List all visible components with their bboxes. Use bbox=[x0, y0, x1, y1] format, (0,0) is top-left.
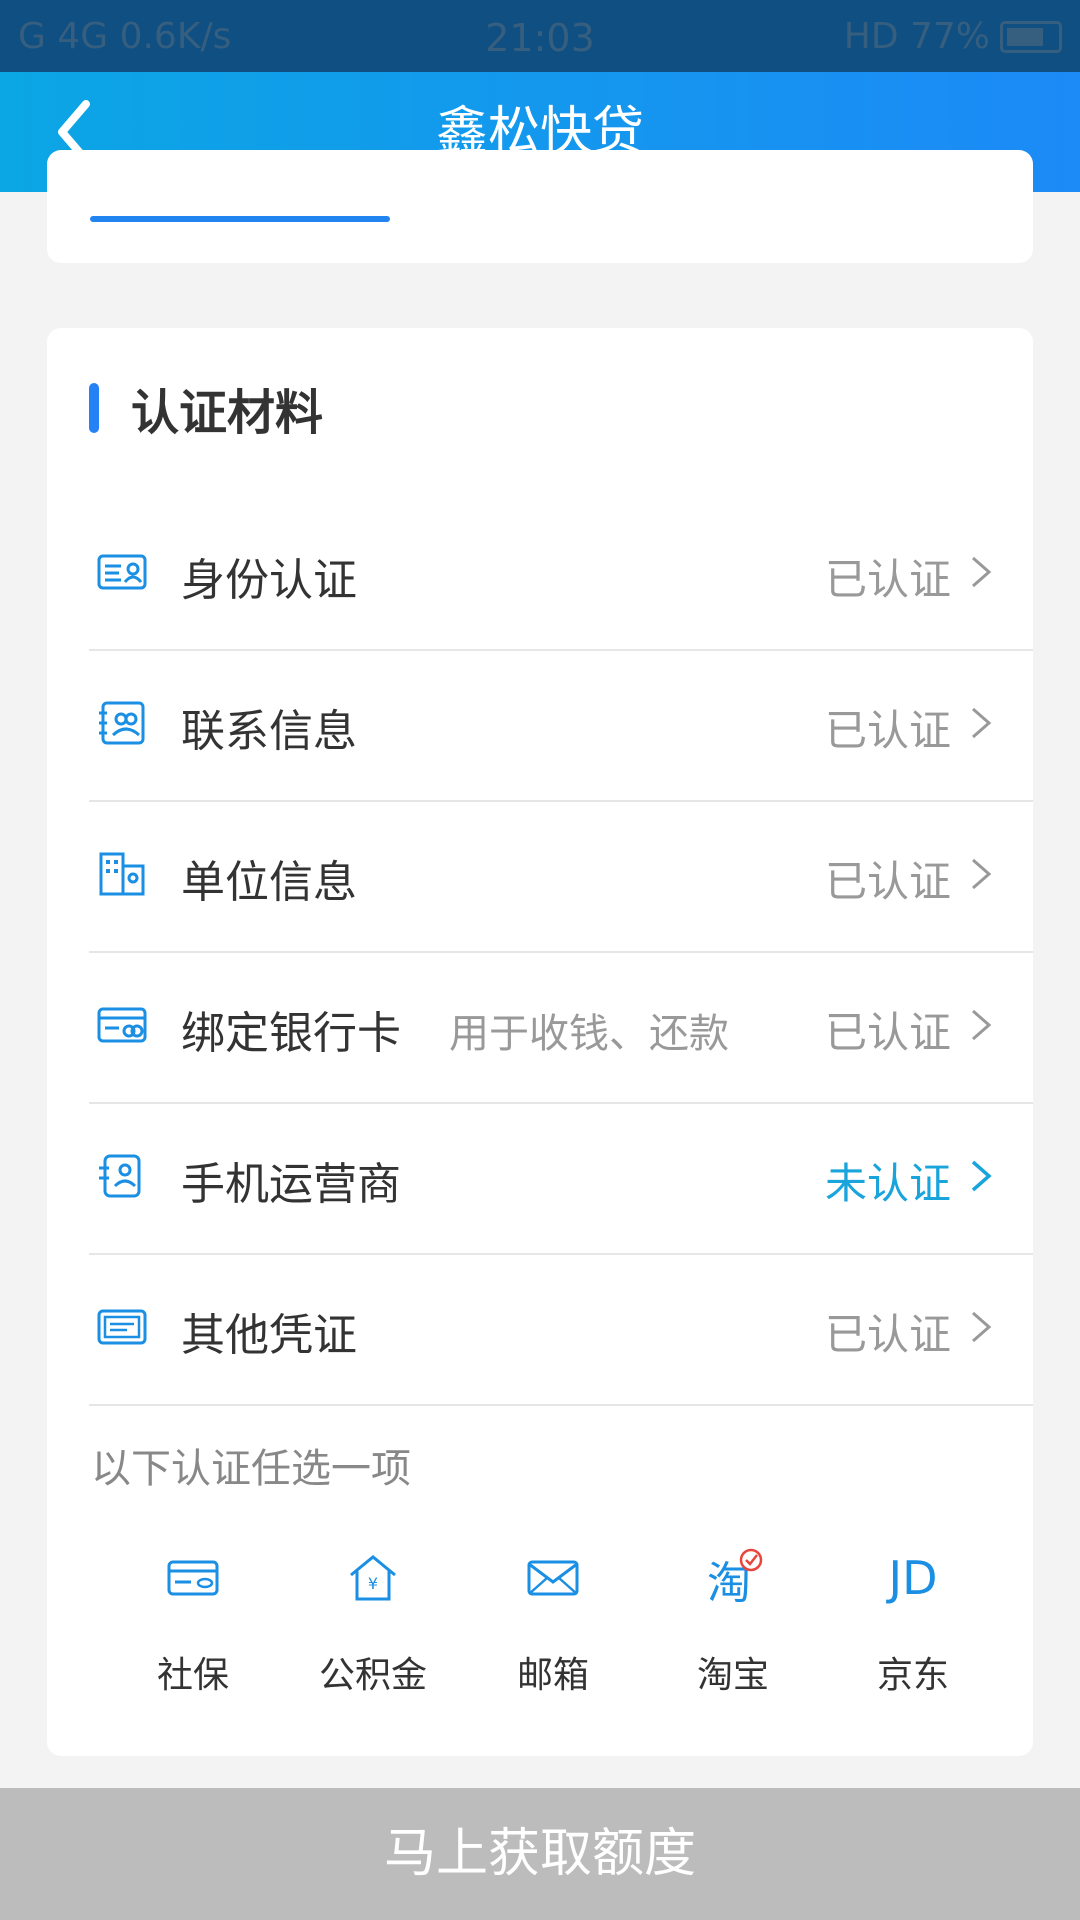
option-social-security[interactable]: 社保 bbox=[103, 1538, 283, 1698]
summary-card bbox=[47, 150, 1033, 263]
chevron-right-icon bbox=[972, 556, 992, 588]
document-icon bbox=[97, 1309, 147, 1345]
taobao-icon: 淘 bbox=[707, 1548, 763, 1609]
options-hint: 以下认证任选一项 bbox=[91, 1446, 411, 1492]
chevron-right-icon bbox=[972, 1009, 992, 1041]
mobile-icon bbox=[99, 1154, 141, 1198]
status-bar: G 4G 0.6K/s 21:03 HD 77% bbox=[0, 0, 1080, 72]
svg-text:¥: ¥ bbox=[368, 1574, 378, 1593]
item-label: 单位信息 bbox=[181, 857, 357, 908]
status-right: HD 77% bbox=[844, 16, 1062, 57]
status-right-text: HD 77% bbox=[843, 16, 990, 57]
item-label: 联系信息 bbox=[181, 706, 357, 757]
status-badge: 已认证 bbox=[824, 706, 951, 755]
chevron-right-icon bbox=[972, 707, 992, 739]
status-badge: 已认证 bbox=[824, 1008, 951, 1057]
section-title: 认证材料 bbox=[131, 385, 324, 441]
chevron-right-icon bbox=[972, 858, 992, 890]
verification-list: 身份认证 已认证 联系信息 已认证 单位信息 已认证 绑定银行卡 用于收钱、还款… bbox=[89, 500, 1033, 1406]
option-taobao[interactable]: 淘 淘宝 bbox=[643, 1538, 823, 1698]
tab-indicator bbox=[90, 216, 390, 222]
verification-card: 认证材料 身份认证 已认证 联系信息 已认证 单位信息 已认证 绑定银行卡 用于… bbox=[47, 328, 1033, 1756]
status-badge: 已认证 bbox=[824, 555, 951, 604]
status-badge: 已认证 bbox=[824, 1310, 951, 1359]
section-header: 认证材料 bbox=[89, 378, 323, 441]
item-label: 手机运营商 bbox=[181, 1159, 401, 1210]
list-item-bank-card[interactable]: 绑定银行卡 用于收钱、还款 已认证 bbox=[89, 953, 1033, 1104]
jd-icon: JD bbox=[888, 1551, 938, 1605]
option-mail[interactable]: 邮箱 bbox=[463, 1538, 643, 1698]
id-card-icon bbox=[97, 554, 147, 590]
section-accent-bar bbox=[89, 383, 99, 433]
option-jd[interactable]: JD 京东 bbox=[823, 1538, 1003, 1698]
list-item-other-documents[interactable]: 其他凭证 已认证 bbox=[89, 1255, 1033, 1406]
status-badge: 未认证 bbox=[824, 1159, 951, 1208]
item-label: 其他凭证 bbox=[181, 1310, 357, 1361]
housing-fund-icon: ¥ bbox=[350, 1555, 396, 1601]
battery-icon bbox=[1000, 20, 1062, 53]
bank-card-icon bbox=[97, 1007, 147, 1043]
item-sub-label: 用于收钱、还款 bbox=[449, 1011, 729, 1057]
option-label: 邮箱 bbox=[516, 1655, 589, 1696]
list-item-mobile-carrier[interactable]: 手机运营商 未认证 bbox=[89, 1104, 1033, 1255]
item-label: 绑定银行卡 bbox=[181, 1008, 401, 1059]
list-item-contacts[interactable]: 联系信息 已认证 bbox=[89, 651, 1033, 802]
building-icon bbox=[99, 852, 145, 896]
status-badge: 已认证 bbox=[824, 857, 951, 906]
list-item-identity[interactable]: 身份认证 已认证 bbox=[89, 500, 1033, 651]
social-security-icon bbox=[167, 1560, 219, 1596]
get-credit-button[interactable]: 马上获取额度 bbox=[0, 1788, 1080, 1920]
chevron-right-icon bbox=[972, 1311, 992, 1343]
list-item-company[interactable]: 单位信息 已认证 bbox=[89, 802, 1033, 953]
item-label: 身份认证 bbox=[181, 555, 357, 606]
optional-verification-row: 社保 ¥ 公积金 邮箱 淘 淘宝 JD 京东 bbox=[103, 1538, 1003, 1698]
chevron-right-icon bbox=[971, 1160, 992, 1192]
option-label: 淘宝 bbox=[696, 1655, 769, 1696]
option-label: 公积金 bbox=[318, 1655, 427, 1696]
option-label: 社保 bbox=[156, 1655, 229, 1696]
contacts-icon bbox=[99, 701, 145, 745]
mail-icon bbox=[527, 1560, 579, 1596]
option-label: 京东 bbox=[876, 1655, 949, 1696]
option-housing-fund[interactable]: ¥ 公积金 bbox=[283, 1538, 463, 1698]
